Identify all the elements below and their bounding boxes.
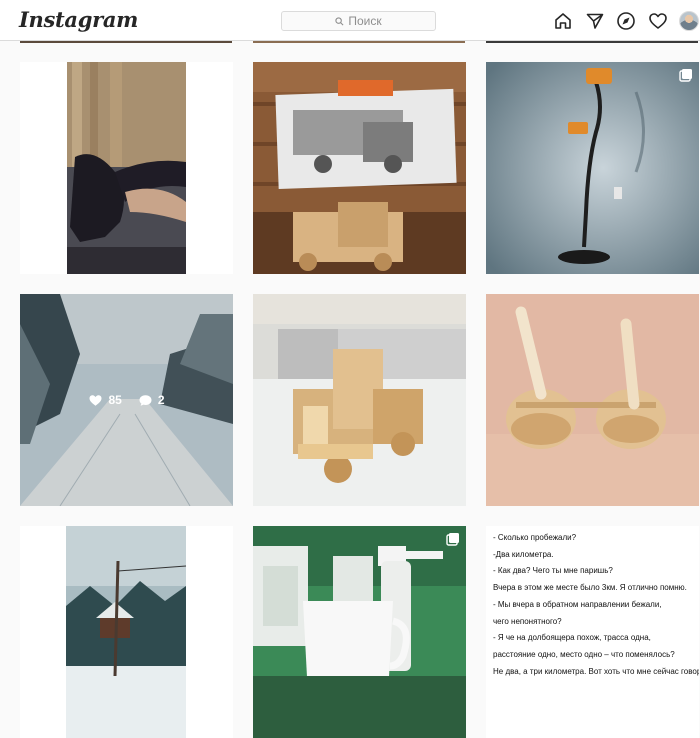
post-7[interactable] xyxy=(20,526,233,738)
text-line: Не два, а три километра. Вот хоть что мн… xyxy=(493,666,699,676)
post-9[interactable]: - Сколько пробежали? -Два километра. - К… xyxy=(486,526,699,738)
direct-icon[interactable] xyxy=(585,11,605,31)
heart-icon xyxy=(89,394,102,406)
previous-row-sliver xyxy=(486,41,698,43)
likes-value: 85 xyxy=(108,393,122,407)
multiple-photos-icon xyxy=(446,533,459,546)
explore-icon[interactable] xyxy=(616,11,636,31)
search-box[interactable]: Поиск xyxy=(281,11,436,31)
post-image xyxy=(253,62,466,274)
post-image xyxy=(486,62,699,274)
post-3[interactable] xyxy=(486,62,699,274)
multiple-photos-icon xyxy=(679,69,692,82)
post-image xyxy=(20,526,233,738)
comments-value: 2 xyxy=(157,393,165,407)
search-icon xyxy=(335,16,344,25)
text-line: расстояние одно, место одно – что поменя… xyxy=(493,649,675,659)
comment-icon xyxy=(139,394,152,406)
post-image xyxy=(486,294,699,506)
text-line: чего непонятного? xyxy=(493,616,562,626)
top-navigation-bar: Instagram Поиск xyxy=(0,0,700,41)
previous-row-sliver xyxy=(20,41,232,43)
post-4[interactable]: 85 2 xyxy=(20,294,233,506)
home-icon[interactable] xyxy=(553,11,573,31)
text-line: -Два километра. xyxy=(493,549,554,559)
text-line: Вчера в этом же месте было 3км. Я отличн… xyxy=(493,583,687,593)
post-6[interactable] xyxy=(486,294,699,506)
comments-count: 2 xyxy=(138,393,165,408)
instagram-logo[interactable]: Instagram xyxy=(19,7,138,32)
post-1[interactable] xyxy=(20,62,233,274)
activity-heart-icon[interactable] xyxy=(648,11,668,31)
profile-avatar[interactable] xyxy=(679,11,699,31)
text-line: - Я че на долбоящера похож, трасса одна, xyxy=(493,633,651,643)
post-8[interactable] xyxy=(253,526,466,738)
post-2[interactable] xyxy=(253,62,466,274)
text-line: - Как два? Чего ты мне паришь? xyxy=(493,566,613,576)
post-image xyxy=(253,294,466,506)
text-line: - Сколько пробежали? xyxy=(493,533,577,542)
likes-count: 85 xyxy=(88,393,122,408)
post-image xyxy=(20,62,233,274)
text-post-content: - Сколько пробежали? -Два километра. - К… xyxy=(486,526,699,738)
search-placeholder: Поиск xyxy=(348,14,382,28)
text-line: - Мы вчера в обратном направлении бежали… xyxy=(493,599,662,609)
post-hover-overlay: 85 2 xyxy=(20,294,233,506)
previous-row-sliver xyxy=(253,41,465,43)
post-image xyxy=(253,526,466,738)
post-5[interactable] xyxy=(253,294,466,506)
